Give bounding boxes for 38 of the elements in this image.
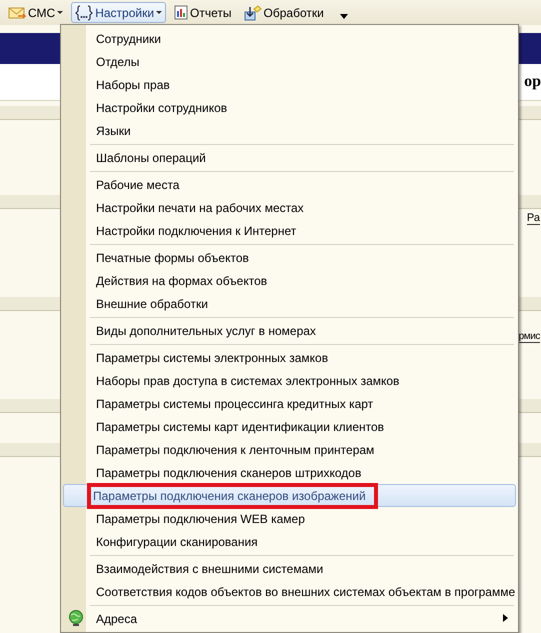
- globe-icon: [68, 610, 84, 627]
- toolbar-button[interactable]: Настройки: [71, 2, 166, 23]
- chart-icon: [174, 5, 188, 20]
- menu-item[interactable]: Параметры подключения к ленточным принтерам: [63, 438, 516, 461]
- menu-item[interactable]: Шаблоны операций: [63, 146, 516, 169]
- download-box-icon: [244, 4, 262, 20]
- toolbar-button[interactable]: Обработки: [240, 2, 328, 23]
- menu-item[interactable]: Адреса: [63, 607, 516, 630]
- menu-item[interactable]: Наборы прав: [63, 73, 516, 96]
- column-header: Ра: [526, 212, 540, 224]
- menu-item[interactable]: Внешние обработки: [63, 292, 516, 315]
- envelope-icon: [8, 6, 26, 20]
- menu-item[interactable]: Соответствия кодов объектов во внешних системах объектам в программе: [63, 580, 516, 603]
- overflow-caret-icon[interactable]: [340, 14, 348, 19]
- menu-item[interactable]: Параметры подключения сканеров штрихкодов: [63, 461, 516, 484]
- menu-item[interactable]: Сотрудники: [63, 27, 516, 50]
- braces-icon: [75, 4, 94, 20]
- toolbar-button[interactable]: СМС: [4, 2, 68, 23]
- menu-item[interactable]: Настройки печати на рабочих местах: [63, 196, 516, 219]
- menu-item[interactable]: Параметры системы процессинга кредитных карт: [63, 392, 516, 415]
- form-title: ор: [524, 73, 541, 91]
- menu-item[interactable]: Наборы прав доступа в системах электронных замков: [63, 369, 516, 392]
- menu-item[interactable]: Отделы: [63, 50, 516, 73]
- menu-item[interactable]: Параметры подключения WEB камер: [63, 507, 516, 530]
- submenu-arrow-icon: [503, 614, 508, 622]
- menu-item[interactable]: Печатные формы объектов: [63, 246, 516, 269]
- menu-item[interactable]: Взаимодействия с внешними системами: [63, 557, 516, 580]
- menu-item[interactable]: Рабочие места: [63, 173, 516, 196]
- menu-item[interactable]: Конфигурации сканирования: [63, 530, 516, 553]
- toolbar-button[interactable]: Отчеты: [170, 2, 236, 23]
- menu-item[interactable]: Настройки подключения к Интернет: [63, 219, 516, 242]
- menu-item[interactable]: Языки: [63, 119, 516, 142]
- menu-item[interactable]: Виды дополнительных услуг в номерах: [63, 319, 516, 342]
- menu-item[interactable]: Параметры системы карт идентификации клиентов: [63, 415, 516, 438]
- menu-item[interactable]: Параметры подключения сканеров изображений: [63, 484, 516, 507]
- menu-item[interactable]: Действия на формах объектов: [63, 269, 516, 292]
- menu-item[interactable]: Настройки сотрудников: [63, 96, 516, 119]
- menu-item[interactable]: Параметры системы электронных замков: [63, 346, 516, 369]
